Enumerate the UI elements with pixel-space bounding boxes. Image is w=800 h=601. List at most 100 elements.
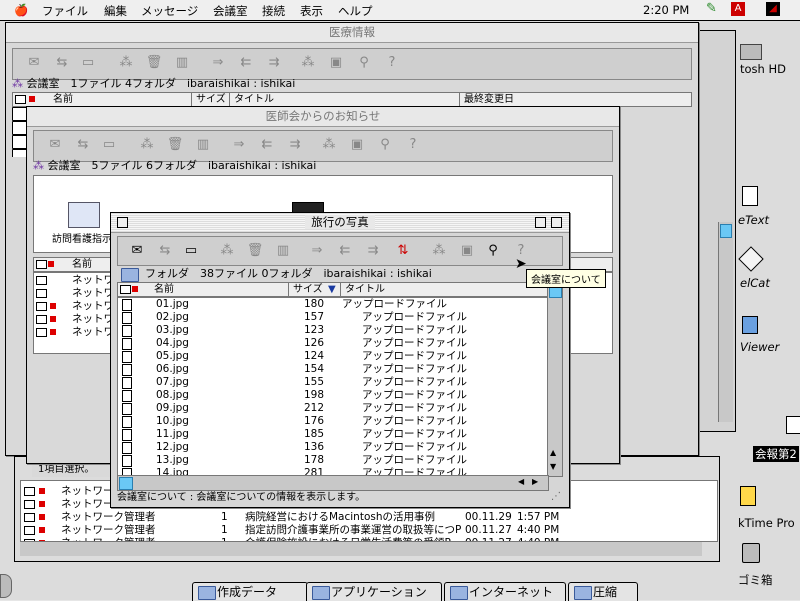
menu-view[interactable]: 表示 xyxy=(300,3,323,19)
folder-label[interactable]: 訪問看護指示 xyxy=(52,230,112,245)
file-row[interactable]: 12.jpg 136 アップロードファイル xyxy=(118,441,548,454)
zoom-box-icon[interactable] xyxy=(535,217,546,228)
window-title[interactable]: 医師会からのお知らせ xyxy=(27,107,619,127)
sort-direction-icon[interactable]: ▼ xyxy=(328,283,336,296)
column-name[interactable]: 名前 xyxy=(53,93,73,106)
help-icon[interactable]: ? xyxy=(383,55,401,71)
hd-label[interactable]: tosh HD xyxy=(740,62,786,76)
file-row[interactable]: 07.jpg 155 アップロードファイル xyxy=(118,376,548,389)
file-row[interactable]: 10.jpg 176 アップロードファイル xyxy=(118,415,548,428)
menu-message[interactable]: メッセージ xyxy=(141,3,198,19)
sort-icon[interactable]: ⇅ xyxy=(394,243,412,259)
table-row[interactable]: ネットワーク管理者 1 指定訪問介護事業所の事業運営の取扱等につP 00.11.… xyxy=(21,524,717,537)
menu-conference[interactable]: 会議室 xyxy=(213,3,248,19)
menubar-clock[interactable]: 2:20 PM xyxy=(643,3,689,17)
elcat-label[interactable]: elCat xyxy=(740,276,770,290)
info-icon[interactable]: ▥ xyxy=(274,243,292,259)
window-travel-photos[interactable]: 旅行の写真 ✉ ⇆ ▭ ⁂ 🗑 ▥ ⇒ ⇇ ⇉ ⇅ ⁂ ▣ ⚲ ? フォルダ 3… xyxy=(110,212,570,508)
search-icon[interactable]: ⚲ xyxy=(376,137,394,153)
hard-disk-icon[interactable] xyxy=(740,44,762,60)
file-row[interactable]: 08.jpg 198 アップロードファイル xyxy=(118,389,548,402)
vertical-scrollbar[interactable] xyxy=(718,222,733,422)
new-message-icon[interactable]: ✉ xyxy=(128,243,146,259)
column-title[interactable]: タイトル xyxy=(340,283,385,296)
file-row[interactable]: 03.jpg 123 アップロードファイル xyxy=(118,324,548,337)
application-menu-icon[interactable]: ◢ xyxy=(766,2,780,16)
menu-connect[interactable]: 接続 xyxy=(262,3,285,19)
tab-created-data[interactable]: 作成データ xyxy=(192,582,308,601)
trash-label[interactable]: ゴミ箱 xyxy=(738,572,773,588)
network-icon[interactable]: ⁂ xyxy=(138,137,156,153)
folder-icon[interactable]: ▣ xyxy=(348,137,366,153)
quicktime-label[interactable]: kTime Pro xyxy=(738,516,795,530)
document-icon[interactable]: ▭ xyxy=(182,243,200,259)
vertical-scrollbar[interactable]: ▲ ▼ xyxy=(547,282,563,477)
column-title[interactable]: タイトル xyxy=(229,93,274,106)
quicktime-icon[interactable] xyxy=(740,486,756,506)
file-row[interactable]: 05.jpg 124 アップロードファイル xyxy=(118,350,548,363)
menu-edit[interactable]: 編集 xyxy=(104,3,127,19)
file-row[interactable]: 13.jpg 178 アップロードファイル xyxy=(118,454,548,467)
folder-icon[interactable] xyxy=(68,202,100,228)
file-row[interactable]: 09.jpg 212 アップロードファイル xyxy=(118,402,548,415)
tab-applications[interactable]: アプリケーション xyxy=(306,582,442,601)
column-size[interactable]: サイズ xyxy=(288,283,323,296)
column-size[interactable]: サイズ xyxy=(191,93,226,106)
search-icon[interactable]: ⚲ xyxy=(355,55,373,71)
window-title[interactable]: 旅行の写真 xyxy=(111,213,569,233)
trash-icon[interactable] xyxy=(742,543,760,563)
column-name[interactable]: 名前 xyxy=(72,258,92,271)
tab-internet[interactable]: インターネット xyxy=(444,582,566,601)
reply-icon[interactable]: ⇆ xyxy=(53,55,71,71)
scroll-right-icon[interactable]: ▶ xyxy=(532,477,538,486)
forward-icon[interactable]: ⇒ xyxy=(209,55,227,71)
connect-icon[interactable]: ⁂ xyxy=(299,55,317,71)
file-row[interactable]: 01.jpg 180 アップロードファイル xyxy=(118,298,548,311)
scroll-thumb[interactable] xyxy=(720,224,732,238)
previous-icon[interactable]: ⇇ xyxy=(336,243,354,259)
trash-icon[interactable]: 🗑 xyxy=(166,137,184,153)
next-icon[interactable]: ⇉ xyxy=(265,55,283,71)
new-message-icon[interactable]: ✉ xyxy=(25,55,43,71)
info-icon[interactable]: ▥ xyxy=(173,55,191,71)
scroll-left-icon[interactable]: ◀ xyxy=(518,477,524,486)
acrobat-icon[interactable]: A xyxy=(731,2,745,16)
next-icon[interactable]: ⇉ xyxy=(364,243,382,259)
viewer-icon[interactable] xyxy=(742,316,758,334)
reply-icon[interactable]: ⇆ xyxy=(74,137,92,153)
simpletext-label[interactable]: eText xyxy=(738,213,769,227)
table-row[interactable]: ネットワーク管理者 1 病院経営におけるMacintoshの活用事例 00.11… xyxy=(21,511,717,524)
pencil-icon[interactable]: ✎ xyxy=(706,1,717,16)
new-message-icon[interactable]: ✉ xyxy=(46,137,64,153)
horizontal-scrollbar[interactable]: ◀ ▶ xyxy=(117,475,549,491)
document-label[interactable]: 会報第2 xyxy=(753,446,799,462)
window-title[interactable]: 医療情報 xyxy=(6,23,698,43)
info-icon[interactable]: ▥ xyxy=(194,137,212,153)
close-box-icon[interactable] xyxy=(117,217,128,228)
scroll-down-icon[interactable]: ▼ xyxy=(550,462,556,471)
network-icon[interactable]: ⁂ xyxy=(117,55,135,71)
scroll-thumb[interactable] xyxy=(119,477,133,490)
menu-help[interactable]: ヘルプ xyxy=(338,3,373,19)
folder-icon[interactable]: ▣ xyxy=(458,243,476,259)
connect-icon[interactable]: ⁂ xyxy=(320,137,338,153)
network-icon[interactable]: ⁂ xyxy=(218,243,236,259)
file-row[interactable]: 06.jpg 154 アップロードファイル xyxy=(118,363,548,376)
help-icon[interactable]: ? xyxy=(404,137,422,153)
column-date[interactable]: 最終変更日 xyxy=(459,93,608,106)
viewer-label[interactable]: Viewer xyxy=(740,340,779,354)
collapse-box-icon[interactable] xyxy=(551,217,562,228)
trash-icon[interactable]: 🗑 xyxy=(145,55,163,71)
forward-icon[interactable]: ⇒ xyxy=(308,243,326,259)
next-icon[interactable]: ⇉ xyxy=(286,137,304,153)
column-name[interactable]: 名前 xyxy=(154,283,174,296)
file-row[interactable]: 04.jpg 126 アップロードファイル xyxy=(118,337,548,350)
document-icon[interactable] xyxy=(786,416,800,434)
resize-grip-icon[interactable]: ⋰ xyxy=(551,491,561,502)
trash-icon[interactable]: 🗑 xyxy=(246,243,264,259)
file-row[interactable]: 11.jpg 185 アップロードファイル xyxy=(118,428,548,441)
menu-file[interactable]: ファイル xyxy=(42,3,88,19)
folder-icon[interactable]: ▣ xyxy=(327,55,345,71)
document-icon[interactable]: ▭ xyxy=(79,55,97,71)
horizontal-scrollbar[interactable] xyxy=(20,541,702,556)
